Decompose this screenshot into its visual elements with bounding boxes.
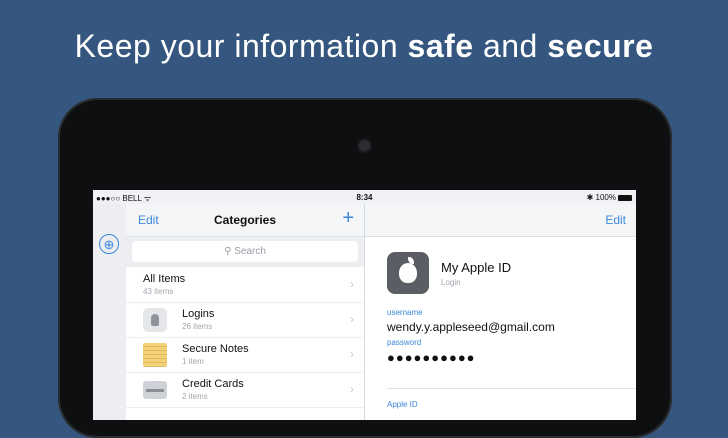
status-bar: ●●●○○ BELL ᯤ 8:34 ✱ 100% — [93, 190, 636, 204]
headline-bold-secure: secure — [547, 28, 654, 64]
list-item-secure-notes[interactable]: Secure Notes 1 item › — [126, 338, 364, 373]
chevron-right-icon: › — [350, 347, 354, 361]
app-screen: ●●●○○ BELL ᯤ 8:34 ✱ 100% ⊕ Edit Categori… — [93, 190, 636, 420]
list-item-logins[interactable]: Logins 26 items › — [126, 303, 364, 338]
sidebar-rail: ⊕ — [93, 204, 127, 420]
page-title: Categories — [213, 213, 277, 227]
username-label: username — [387, 308, 423, 317]
compass-icon[interactable]: ⊕ — [99, 234, 119, 254]
camera-dot — [359, 140, 370, 151]
bluetooth-icon: ✱ — [586, 193, 594, 202]
headline-bold-safe: safe — [407, 28, 474, 64]
chevron-right-icon: › — [350, 382, 354, 396]
battery-icon — [618, 195, 632, 201]
notes-icon — [143, 343, 167, 367]
password-label: password — [387, 338, 422, 347]
categories-pane: Edit Categories + ⚲ Search All Items 43 … — [126, 204, 365, 420]
list-item-credit-cards[interactable]: Credit Cards 2 items › — [126, 373, 364, 408]
add-item-button[interactable]: + — [342, 207, 354, 230]
item-title: My Apple ID — [441, 260, 512, 275]
search-bar: ⚲ Search — [126, 237, 364, 267]
search-input[interactable]: ⚲ Search — [132, 241, 358, 262]
list-item-all-items[interactable]: All Items 43 items › — [126, 268, 364, 303]
search-icon: ⚲ — [224, 246, 232, 257]
detail-navbar: Edit — [365, 204, 636, 237]
battery-status: ✱ 100% — [587, 193, 632, 202]
clock: 8:34 — [356, 193, 373, 202]
categories-navbar: Edit Categories + — [126, 204, 364, 237]
detail-pane: Edit My Apple ID Login username wendy.y.… — [365, 204, 636, 420]
password-value[interactable]: ●●●●●●●●●● — [387, 350, 476, 365]
credit-card-icon — [143, 381, 167, 399]
apple-id-section-label: Apple ID — [387, 400, 418, 409]
headline: Keep your information safe and secure — [74, 28, 654, 64]
chevron-right-icon: › — [350, 312, 354, 326]
chevron-right-icon: › — [350, 277, 354, 291]
detail-edit-button[interactable]: Edit — [605, 213, 626, 227]
login-icon — [143, 308, 167, 332]
apple-logo-icon — [387, 252, 429, 294]
divider — [387, 388, 636, 389]
username-value[interactable]: wendy.y.appleseed@gmail.com — [387, 320, 555, 334]
item-type: Login — [441, 278, 461, 287]
